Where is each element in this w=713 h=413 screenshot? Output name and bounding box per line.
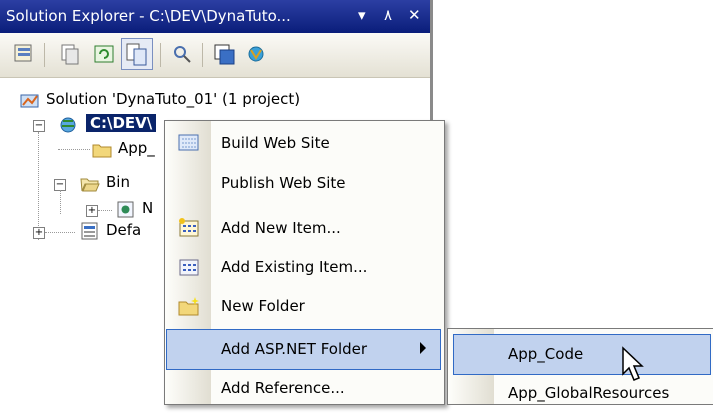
tree-item-label: C:\DEV\ bbox=[86, 114, 157, 132]
menu-item-label: Add New Item... bbox=[221, 219, 341, 237]
refresh-button[interactable] bbox=[92, 41, 116, 67]
menu-item-add-reference[interactable]: Add Reference... bbox=[165, 369, 444, 408]
menu-item-app-globalresources[interactable]: App_GlobalResources bbox=[448, 374, 713, 413]
tree-line bbox=[38, 132, 39, 240]
menu-item-app-code[interactable]: App_Code bbox=[453, 334, 711, 375]
add-new-item-icon bbox=[179, 218, 199, 237]
view-designer-icon bbox=[214, 44, 235, 65]
menu-item-label: Build Web Site bbox=[221, 134, 330, 152]
properties-icon bbox=[14, 44, 32, 62]
tree-item-label: Defa bbox=[106, 221, 142, 239]
tree-line bbox=[58, 149, 90, 150]
add-existing-item-icon bbox=[179, 259, 199, 276]
close-icon[interactable]: ✕ bbox=[408, 6, 421, 24]
tree-item-label: Bin bbox=[106, 173, 130, 191]
toolbar bbox=[0, 33, 430, 78]
show-all-files-button[interactable] bbox=[58, 41, 82, 67]
menu-item-label: App_GlobalResources bbox=[508, 384, 670, 402]
tree-line bbox=[45, 232, 75, 233]
solution-icon bbox=[20, 94, 39, 108]
menu-item-label: Add Existing Item... bbox=[221, 258, 368, 276]
pin-icon[interactable]: ٨ bbox=[384, 6, 392, 24]
assembly-icon bbox=[117, 201, 134, 218]
tree-item-label: Solution 'DynaTuto_01' (1 project) bbox=[46, 90, 301, 108]
expand-icon[interactable]: + bbox=[86, 205, 98, 217]
view-designer-button[interactable] bbox=[212, 41, 236, 67]
web-project-icon bbox=[60, 117, 76, 133]
mouse-pointer-icon bbox=[622, 346, 644, 381]
menu-item-publish-web-site[interactable]: Publish Web Site bbox=[165, 164, 444, 203]
menu-item-add-new-item[interactable]: Add New Item... bbox=[165, 209, 444, 248]
show-all-files-icon bbox=[61, 44, 79, 65]
title-bar[interactable]: Solution Explorer - C:\DEV\DynaTuto... ▾… bbox=[0, 0, 430, 33]
menu-item-label: Publish Web Site bbox=[221, 174, 346, 192]
folder-icon bbox=[92, 144, 112, 158]
menu-item-add-asp-net-folder[interactable]: Add ASP.NET Folder bbox=[166, 329, 441, 370]
build-icon bbox=[178, 134, 199, 151]
tree-item-label: App_ bbox=[118, 139, 155, 157]
toolbar-separator bbox=[44, 43, 45, 67]
menu-item-new-folder[interactable]: New Folder bbox=[165, 287, 444, 326]
context-menu: Build Web Site Publish Web Site Add New … bbox=[164, 120, 445, 405]
tree-line bbox=[60, 190, 61, 214]
collapse-icon[interactable]: − bbox=[33, 120, 45, 132]
expand-icon[interactable]: + bbox=[33, 227, 45, 239]
web-form-icon bbox=[81, 222, 98, 240]
submenu-arrow-icon bbox=[420, 342, 426, 354]
toolbar-separator bbox=[202, 43, 203, 67]
properties-button[interactable] bbox=[12, 41, 36, 67]
asp-net-folder-submenu: App_Code App_GlobalResources bbox=[447, 328, 713, 405]
tree-line bbox=[98, 210, 112, 211]
copy-web-site-icon bbox=[248, 46, 264, 62]
new-folder-icon bbox=[178, 297, 199, 316]
tree-item-label: N bbox=[142, 199, 154, 217]
dropdown-icon[interactable]: ▾ bbox=[358, 6, 366, 24]
copy-web-site-button[interactable] bbox=[244, 41, 268, 67]
open-folder-icon bbox=[80, 178, 100, 192]
view-code-icon bbox=[174, 46, 191, 63]
nest-related-files-icon bbox=[126, 43, 147, 66]
nest-related-files-button[interactable] bbox=[121, 38, 153, 70]
toolbar-separator bbox=[160, 43, 161, 67]
window-title: Solution Explorer - C:\DEV\DynaTuto... bbox=[6, 7, 291, 25]
menu-item-label: Add ASP.NET Folder bbox=[221, 340, 368, 358]
menu-item-build-web-site[interactable]: Build Web Site bbox=[165, 124, 444, 163]
menu-item-label: Add Reference... bbox=[221, 379, 345, 397]
menu-item-label: App_Code bbox=[508, 345, 584, 363]
refresh-icon bbox=[94, 45, 114, 63]
menu-item-add-existing-item[interactable]: Add Existing Item... bbox=[165, 248, 444, 287]
view-code-button[interactable] bbox=[170, 41, 194, 67]
menu-item-label: New Folder bbox=[221, 297, 305, 315]
